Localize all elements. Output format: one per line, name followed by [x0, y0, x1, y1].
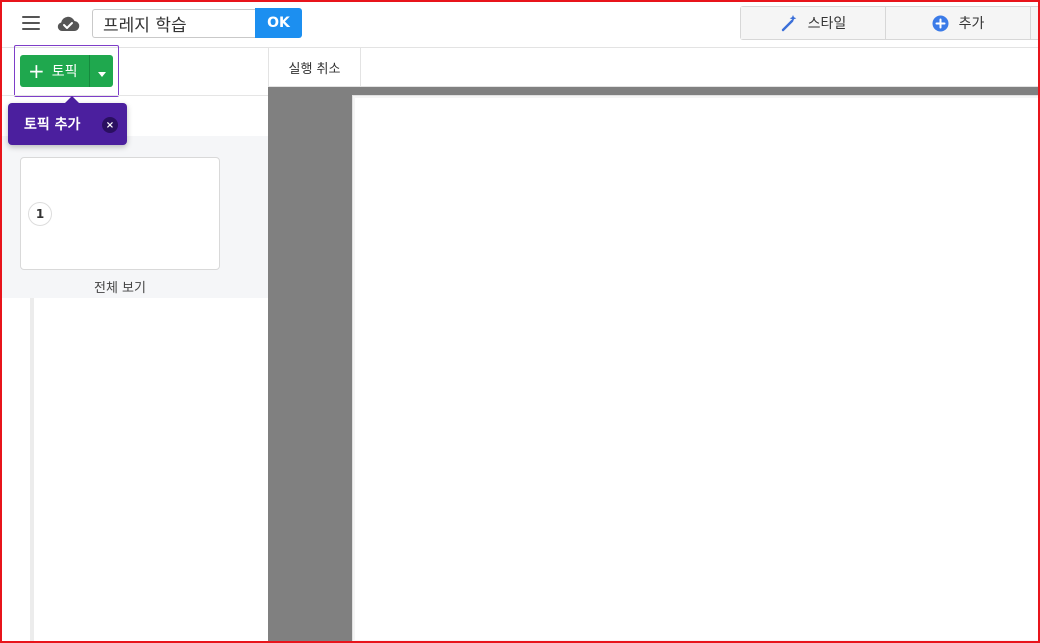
add-button[interactable]: 추가 [886, 7, 1031, 39]
add-button-label: 추가 [958, 16, 985, 32]
toolbar-group: 스타일 추가 [740, 6, 1040, 40]
topic-tree-line [30, 298, 34, 643]
close-icon[interactable]: × [102, 117, 118, 133]
topic-dropdown-button[interactable] [89, 55, 113, 87]
tooltip-text: 토픽 추가 [24, 117, 81, 133]
undo-button[interactable]: 실행 취소 [269, 48, 361, 86]
style-button[interactable]: 스타일 [741, 7, 886, 39]
edit-toolbar: 실행 취소 [268, 48, 1040, 87]
slide-canvas[interactable] [352, 95, 1040, 643]
magic-wand-icon [780, 14, 798, 32]
hamburger-menu-icon[interactable] [22, 16, 40, 30]
add-topic-tooltip: 토픽 추가 × [8, 96, 127, 145]
add-topic-button[interactable]: + 토픽 [20, 55, 89, 87]
thumbnail-number-badge: 1 [28, 202, 52, 226]
thumbnail-label: 전체 보기 [94, 281, 146, 296]
sidebar-divider [0, 95, 268, 96]
plus-circle-icon [932, 15, 949, 32]
top-bar: OK 스타일 추가 [0, 0, 1040, 48]
cloud-saved-icon[interactable] [55, 12, 81, 34]
caret-down-icon [97, 62, 106, 81]
topic-button-label: 토픽 [51, 64, 78, 80]
ok-button[interactable]: OK [255, 8, 302, 38]
plus-icon: + [28, 59, 45, 83]
presentation-title-input[interactable] [92, 9, 256, 38]
style-button-label: 스타일 [807, 16, 847, 32]
